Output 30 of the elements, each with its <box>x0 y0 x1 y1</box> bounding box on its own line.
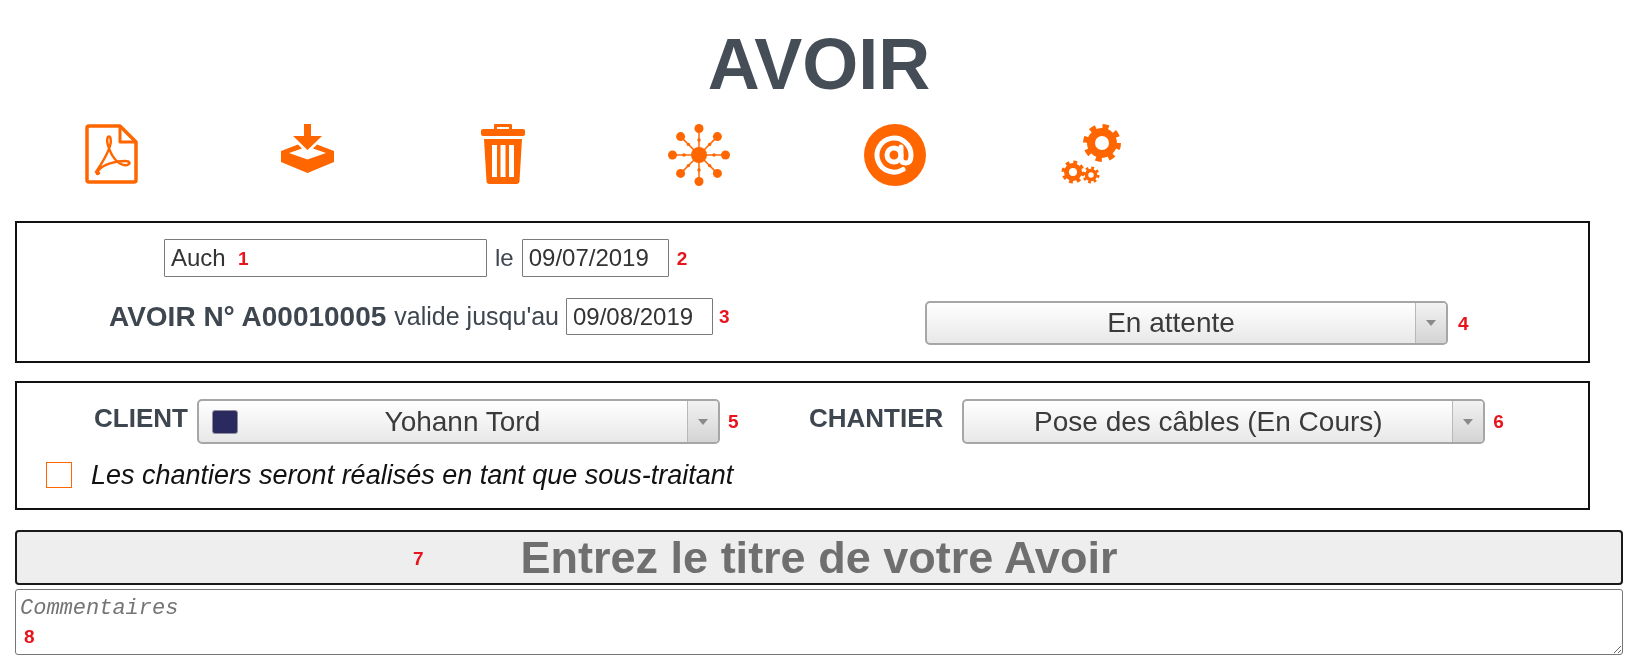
document-number: AVOIR N° A00010005 <box>109 300 387 333</box>
pdf-document-icon[interactable] <box>84 124 138 184</box>
annotation-number: 8 <box>24 627 35 646</box>
annotation-number: 6 <box>1493 412 1504 431</box>
checkbox-label: Les chantiers seront réalisés en tant que sous-traitant <box>91 460 734 490</box>
date-field[interactable]: 09/07/2019 <box>521 239 669 277</box>
annotation-number: 7 <box>413 549 424 568</box>
at-sign-icon[interactable] <box>864 124 926 186</box>
annotation-number: 4 <box>1458 313 1469 333</box>
gears-icon[interactable] <box>1060 124 1122 184</box>
validity-label: valide jusqu'au <box>394 302 559 331</box>
validity-date-field[interactable]: 09/08/2019 <box>565 298 713 335</box>
site-label: CHANTIER <box>809 403 944 434</box>
network-icon[interactable] <box>668 124 730 186</box>
annotation-number: 3 <box>718 307 730 326</box>
caret-icon <box>697 418 708 425</box>
caret-icon <box>1426 320 1436 326</box>
trash-icon[interactable] <box>481 124 525 184</box>
caret-icon <box>1463 418 1474 425</box>
annotation-number: 1 <box>238 249 249 268</box>
checkbox[interactable] <box>46 462 72 488</box>
download-tray-icon[interactable] <box>280 124 334 173</box>
client-label: CLIENT <box>94 403 188 434</box>
page-title: AVOIR <box>706 24 932 104</box>
site-dropdown[interactable]: Pose des câbles (En Cours) <box>962 399 1486 444</box>
client-dropdown[interactable]: Yohann Tord <box>196 399 720 444</box>
annotation-number: 2 <box>676 248 688 268</box>
annotation-number: 5 <box>727 412 739 431</box>
status-dropdown[interactable]: En attente <box>925 301 1448 345</box>
date-prefix: le <box>495 244 514 272</box>
